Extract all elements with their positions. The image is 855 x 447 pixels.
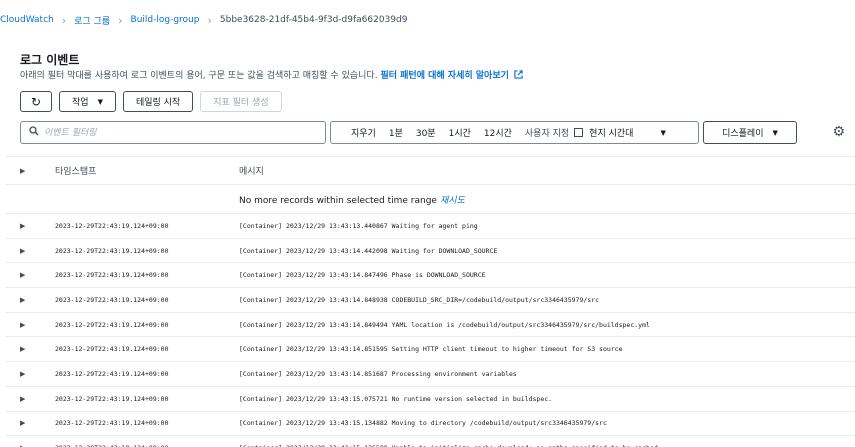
breadcrumb-log-stream: 5bbe3628-21df-45b4-9f3d-d9fa662039d9 bbox=[219, 15, 408, 25]
row-timestamp: 2023-12-29T22:43:19.124+09:00 bbox=[55, 345, 169, 354]
column-timestamp: 타임스탬프 bbox=[55, 167, 97, 177]
table-row[interactable]: ▶ 2023-12-29T22:43:19.124+09:00 [Container… bbox=[6, 263, 855, 289]
row-timestamp: 2023-12-29T22:43:19.124+09:00 bbox=[55, 394, 169, 403]
table-row[interactable]: ▶ 2023-12-29T22:43:19.124+09:00 [Container… bbox=[6, 362, 855, 387]
breadcrumb-separator: › bbox=[61, 13, 67, 27]
time-clear[interactable]: 지우기 bbox=[351, 126, 376, 139]
expand-row-icon[interactable]: ▶ bbox=[6, 222, 47, 230]
actions-dropdown[interactable]: 작업 ▼ bbox=[59, 91, 116, 112]
expand-row-icon[interactable]: ▶ bbox=[6, 296, 47, 304]
expand-row-icon[interactable]: ▶ bbox=[6, 247, 47, 255]
breadcrumb-separator: › bbox=[207, 13, 212, 27]
time-1m[interactable]: 1분 bbox=[389, 126, 403, 139]
row-message: [Container] 2023/12/29 13:43:14.851687 P… bbox=[239, 369, 517, 378]
expand-row-icon[interactable]: ▶ bbox=[6, 271, 47, 279]
retry-link[interactable]: 재시도 bbox=[440, 196, 465, 206]
row-timestamp: 2023-12-29T22:43:19.124+09:00 bbox=[55, 369, 169, 378]
row-message: [Container] 2023/12/29 13:43:15.134882 M… bbox=[239, 419, 607, 428]
breadcrumb-log-group[interactable]: Build-log-group bbox=[131, 15, 200, 25]
table-row[interactable]: ▶ 2023-12-29T22:43:19.124+09:00 [Container… bbox=[6, 337, 855, 363]
caret-down-icon[interactable]: ▼ bbox=[660, 129, 665, 137]
table-row[interactable]: ▶ 2023-12-29T22:43:19.124+09:00 [Container… bbox=[6, 288, 855, 313]
description-text: 아래의 필터 막대를 사용하여 로그 이벤트의 용어, 구문 또는 값을 검색하… bbox=[20, 71, 378, 81]
breadcrumb-separator: › bbox=[118, 13, 123, 27]
log-rows: ▶ 2023-12-29T22:43:19.124+09:00 [Container… bbox=[6, 214, 855, 447]
row-message: [Container] 2023/12/29 13:43:14.847496 P… bbox=[239, 271, 486, 280]
gear-icon[interactable]: ⚙ bbox=[832, 124, 845, 140]
create-metric-filter-button[interactable]: 지표 필터 생성 bbox=[200, 91, 282, 112]
page-title: 로그 이벤트 bbox=[20, 53, 80, 67]
panel-description: 아래의 필터 막대를 사용하여 로그 이벤트의 용어, 구문 또는 값을 검색하… bbox=[20, 68, 523, 81]
expand-row-icon[interactable]: ▶ bbox=[6, 321, 47, 329]
row-timestamp: 2023-12-29T22:43:19.124+09:00 bbox=[55, 271, 169, 280]
timezone-label[interactable]: 현지 시간대 bbox=[589, 126, 633, 139]
caret-down-icon: ▼ bbox=[772, 128, 778, 137]
filter-pattern-link-label: 필터 패턴에 대해 자세히 알아보기 bbox=[380, 71, 509, 81]
row-timestamp: 2023-12-29T22:43:19.124+09:00 bbox=[55, 295, 169, 304]
breadcrumb-cloudwatch[interactable]: CloudWatch bbox=[0, 15, 54, 25]
table-row[interactable]: ▶ 2023-12-29T22:43:19.124+09:00 [Container… bbox=[6, 387, 855, 412]
table-row[interactable]: ▶2023-12-29T22:43:19.124+09:00[Container… bbox=[6, 436, 855, 447]
start-tailing-label: 테일링 시작 bbox=[135, 98, 181, 108]
table-row[interactable]: ▶ 2023-12-29T22:43:19.124+09:00 [Container… bbox=[6, 313, 855, 338]
time-1h[interactable]: 1시간 bbox=[449, 126, 471, 139]
row-message: [Container] 2023/12/29 13:43:14.851595 S… bbox=[239, 345, 623, 354]
time-custom[interactable]: 사용자 지정 bbox=[525, 126, 569, 139]
refresh-button[interactable]: ↻ bbox=[20, 91, 52, 112]
expand-row-icon[interactable]: ▶ bbox=[6, 395, 47, 403]
time-30m[interactable]: 30분 bbox=[416, 126, 436, 139]
row-timestamp: 2023-12-29T22:43:19.124+09:00 bbox=[55, 419, 169, 428]
row-message: [Container] 2023/12/29 13:43:14.848938 C… bbox=[239, 295, 600, 304]
log-events-table: ▶ 타임스탬프 메시지 No more records within selec… bbox=[6, 156, 855, 447]
calendar-icon[interactable] bbox=[574, 128, 584, 137]
log-events-panel: 로그 이벤트 아래의 필터 막대를 사용하여 로그 이벤트의 용어, 구문 또는… bbox=[6, 41, 855, 447]
expand-row-icon[interactable]: ▶ bbox=[6, 419, 47, 427]
row-message: [Container] 2023/12/29 13:43:14.442098 W… bbox=[239, 246, 498, 255]
breadcrumb-log-groups[interactable]: 로그 그룹 bbox=[74, 14, 110, 27]
info-row: No more records within selected time ran… bbox=[6, 185, 855, 214]
row-timestamp: 2023-12-29T22:43:19.124+09:00 bbox=[55, 221, 169, 230]
time-range-selector: 지우기 1분 30분 1시간 12시간 사용자 지정 현지 시간대 ▼ bbox=[330, 121, 699, 144]
row-timestamp: 2023-12-29T22:43:19.124+09:00 bbox=[55, 320, 169, 329]
row-message: [Container] 2023/12/29 13:43:15.075721 N… bbox=[239, 394, 553, 403]
filter-search-box[interactable] bbox=[20, 121, 326, 144]
no-more-records-text: No more records within selected time ran… bbox=[239, 195, 437, 206]
create-metric-filter-label: 지표 필터 생성 bbox=[213, 98, 269, 108]
start-tailing-button[interactable]: 테일링 시작 bbox=[122, 91, 194, 112]
expand-all-icon[interactable]: ▶ bbox=[6, 167, 47, 175]
table-header: ▶ 타임스탬프 메시지 bbox=[6, 156, 855, 185]
action-bar: ↻ 작업 ▼ 테일링 시작 지표 필터 생성 bbox=[20, 91, 282, 112]
refresh-icon: ↻ bbox=[30, 94, 42, 109]
display-label: 디스플레이 bbox=[722, 129, 764, 139]
breadcrumb: CloudWatch › 로그 그룹 › Build-log-group › 5… bbox=[0, 11, 407, 29]
time-12h[interactable]: 12시간 bbox=[484, 126, 512, 139]
display-dropdown[interactable]: 디스플레이 ▼ bbox=[703, 121, 797, 144]
external-link-icon bbox=[514, 70, 523, 79]
info-message: No more records within selected time ran… bbox=[239, 193, 855, 206]
filter-bar: 지우기 1분 30분 1시간 12시간 사용자 지정 현지 시간대 ▼ 디스플레… bbox=[20, 121, 847, 144]
search-icon bbox=[29, 126, 39, 139]
actions-label: 작업 bbox=[72, 98, 89, 108]
table-row[interactable]: ▶ 2023-12-29T22:43:19.124+09:00 [Container… bbox=[6, 214, 855, 239]
expand-row-icon[interactable]: ▶ bbox=[6, 370, 47, 378]
row-message: [Container] 2023/12/29 13:43:14.849494 Y… bbox=[239, 320, 650, 329]
row-message: [Container] 2023/12/29 13:43:13.440867 W… bbox=[239, 221, 478, 230]
filter-events-input[interactable] bbox=[44, 127, 314, 138]
caret-down-icon: ▼ bbox=[97, 97, 103, 106]
expand-row-icon[interactable]: ▶ bbox=[6, 345, 47, 353]
column-message: 메시지 bbox=[239, 167, 264, 177]
filter-pattern-link[interactable]: 필터 패턴에 대해 자세히 알아보기 bbox=[380, 70, 523, 81]
row-timestamp: 2023-12-29T22:43:19.124+09:00 bbox=[55, 246, 169, 255]
table-row[interactable]: ▶ 2023-12-29T22:43:19.124+09:00 [Container… bbox=[6, 412, 855, 437]
table-row[interactable]: ▶ 2023-12-29T22:43:19.124+09:00 [Container… bbox=[6, 239, 855, 264]
